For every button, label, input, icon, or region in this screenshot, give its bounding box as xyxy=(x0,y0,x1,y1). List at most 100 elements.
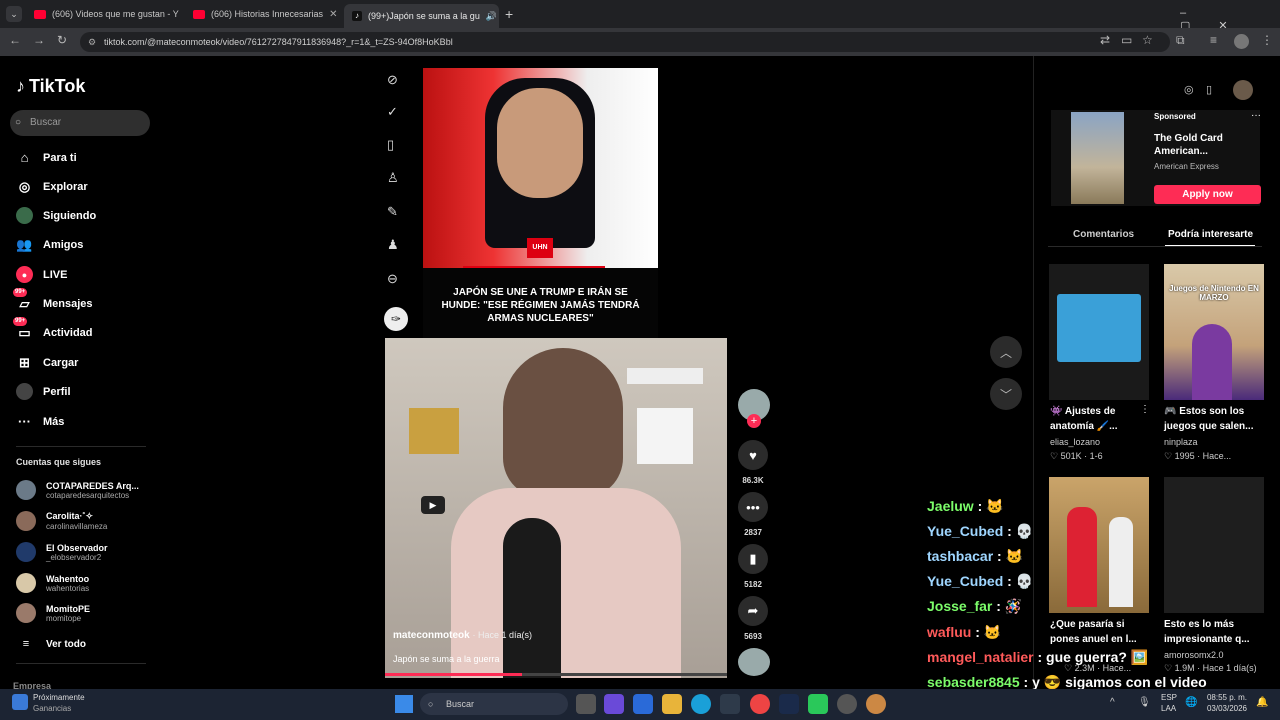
file-explorer-icon[interactable] xyxy=(662,694,682,714)
video-card-thumb[interactable] xyxy=(1049,477,1149,613)
card-author[interactable]: elias_lozano xyxy=(1050,437,1100,447)
feather-icon[interactable]: ✑ xyxy=(384,307,408,331)
tab-search-button[interactable]: ⌄ xyxy=(6,6,22,22)
browser-tab-2[interactable]: (606) Historias Innecesarias ✕ xyxy=(185,4,340,24)
nav-item-actividad[interactable]: ▭ 99+ Actividad xyxy=(13,317,93,341)
steam-icon[interactable] xyxy=(779,694,799,714)
save-button[interactable]: ▮ xyxy=(738,544,768,574)
microphone-icon[interactable]: 🎙 xyxy=(1138,697,1151,708)
compass-icon[interactable]: ◎ xyxy=(1184,83,1194,96)
video-card-thumb[interactable] xyxy=(1049,264,1149,400)
taskbar-search[interactable]: ○ Buscar xyxy=(420,693,568,715)
task-view-icon[interactable] xyxy=(576,694,596,714)
following-account[interactable]: Wahentoo wahentorias xyxy=(16,573,89,593)
share-icon: ➦ xyxy=(747,603,759,618)
like-button[interactable]: ♥ xyxy=(738,440,768,470)
address-bar[interactable]: ⚙ tiktok.com/@mateconmoteok/video/761272… xyxy=(80,32,1170,52)
menu-icon[interactable]: ⋮ xyxy=(1261,33,1273,47)
bookmark-star-icon[interactable]: ☆ xyxy=(1142,33,1153,47)
xbox-icon[interactable] xyxy=(720,694,740,714)
video-author[interactable]: mateconmoteok · Hace 1 día(s) xyxy=(393,630,532,641)
widgets-icon[interactable] xyxy=(12,694,28,710)
back-icon[interactable]: ← xyxy=(9,33,21,47)
profile-avatar[interactable] xyxy=(1234,34,1249,49)
card-title[interactable]: Esto es lo más impresionante q... xyxy=(1164,617,1260,647)
card-author[interactable]: ninplaza xyxy=(1164,437,1198,447)
media-icon[interactable]: ≡ xyxy=(1210,33,1217,47)
edit-icon[interactable]: ✎ xyxy=(387,204,398,220)
extensions-icon[interactable]: ⧉ xyxy=(1176,33,1185,48)
share-button[interactable]: ➦ xyxy=(738,596,768,626)
card-title[interactable]: ¿Que pasaría si pones anuel en l... xyxy=(1050,617,1146,647)
reload-icon[interactable]: ↻ xyxy=(57,33,67,47)
see-all-link[interactable]: ≡ Ver todo xyxy=(16,638,86,650)
search-input[interactable]: ○ Buscar xyxy=(10,110,150,136)
kick-icon[interactable] xyxy=(808,694,828,714)
apply-now-button[interactable]: Apply now xyxy=(1154,185,1261,204)
close-icon[interactable]: ✕ xyxy=(329,9,337,20)
phone-icon[interactable]: ▯ xyxy=(1206,83,1212,96)
person-icon[interactable]: ♟ xyxy=(387,237,399,253)
tray-chevron-icon[interactable]: ^ xyxy=(1110,697,1115,708)
more-options-icon[interactable]: ··· xyxy=(1251,110,1261,121)
windows-start-icon[interactable] xyxy=(395,695,413,713)
app-icon[interactable] xyxy=(866,694,886,714)
copilot-icon[interactable] xyxy=(604,694,624,714)
main-video-player[interactable]: ▶ mateconmoteok · Hace 1 día(s) Japón se… xyxy=(385,338,727,678)
nav-item-live[interactable]: ● LIVE xyxy=(16,266,67,283)
following-account[interactable]: MomitoPE momitope xyxy=(16,603,90,623)
card-title[interactable]: 🎮 Estos son los juegos que salen... xyxy=(1164,404,1254,434)
translate-icon[interactable]: ⇄ xyxy=(1100,33,1110,47)
previous-video-button[interactable]: ︿ xyxy=(990,336,1022,368)
nav-label: Siguiendo xyxy=(43,209,97,222)
video-card-thumb[interactable] xyxy=(1164,477,1264,613)
check-circle-icon[interactable]: ✓ xyxy=(387,104,398,120)
comment-button[interactable]: ••• xyxy=(738,492,768,522)
site-info-icon[interactable]: ⚙ xyxy=(88,32,96,52)
nav-item-explorar[interactable]: ◎ Explorar xyxy=(16,178,88,195)
speaker-icon[interactable]: 🔊 xyxy=(486,11,497,22)
obs-icon[interactable] xyxy=(837,694,857,714)
following-account[interactable]: COTAPAREDES Arq... cotaparedesarquitectos xyxy=(16,480,139,500)
preview-video[interactable]: UHN JAPÓN SE UNE A TRUMP E IRÁN SE HUNDE… xyxy=(423,68,658,338)
nav-item-para-ti[interactable]: ⌂ Para ti xyxy=(16,149,77,166)
nav-item-mas[interactable]: ··· Más xyxy=(16,413,64,430)
language-indicator[interactable]: ESP xyxy=(1161,693,1177,702)
nav-item-cargar[interactable]: ⊞ Cargar xyxy=(16,354,78,371)
following-account[interactable]: El Observador _elobservador2 xyxy=(16,542,108,562)
video-card-thumb[interactable]: Juegos de Nintendo EN MARZO xyxy=(1164,264,1264,400)
cast-icon[interactable]: ▭ xyxy=(1121,33,1132,47)
flask-icon[interactable]: ♙ xyxy=(387,170,399,186)
nav-item-siguiendo[interactable]: Siguiendo xyxy=(16,207,96,224)
nav-item-perfil[interactable]: Perfil xyxy=(16,383,71,400)
nav-item-amigos[interactable]: 👥 Amigos xyxy=(16,236,83,253)
sound-avatar[interactable] xyxy=(738,648,770,676)
edge-icon[interactable] xyxy=(691,694,711,714)
tiktok-logo[interactable]: ♪ TikTok xyxy=(16,76,85,97)
more-circle-icon[interactable]: ⊖ xyxy=(387,271,398,287)
compass-icon[interactable]: ⊘ xyxy=(387,72,398,88)
browser-tab-1[interactable]: (606) Videos que me gustan - Y ✕ xyxy=(26,4,181,24)
next-video-button[interactable]: ﹀ xyxy=(990,378,1022,410)
sponsored-ad[interactable]: Sponsored ··· The Gold Card American... … xyxy=(1051,110,1261,206)
card-title[interactable]: 👾 Ajustes de anatomía 🖌️... xyxy=(1050,404,1140,434)
user-avatar[interactable] xyxy=(1233,80,1253,100)
chrome-icon[interactable] xyxy=(750,694,770,714)
tab-comments[interactable]: Comentarios xyxy=(1073,229,1134,240)
forward-icon[interactable]: → xyxy=(33,33,45,47)
bookmark-icon[interactable]: ▯ xyxy=(387,137,394,153)
follow-plus-icon[interactable]: + xyxy=(747,414,761,428)
clock-time[interactable]: 08:55 p. m. xyxy=(1199,693,1247,702)
following-account[interactable]: Carolita·˚✧ carolinavillameza xyxy=(16,511,107,531)
card-author[interactable]: amorosomx2.0 xyxy=(1164,650,1224,660)
new-tab-button[interactable]: + xyxy=(505,6,513,22)
browser-tab-3[interactable]: ♪ (99+)Japón se suma a la gu 🔊 ✕ xyxy=(344,4,499,28)
network-icon[interactable]: 🌐 xyxy=(1185,697,1197,708)
more-options-icon[interactable]: ⋮ xyxy=(1140,404,1150,415)
nav-item-mensajes[interactable]: ▱ 99+ Mensajes xyxy=(13,288,93,312)
store-icon[interactable] xyxy=(633,694,653,714)
clock-date: 03/03/2026 xyxy=(1206,704,1247,713)
tab-recommended[interactable]: Podría interesarte xyxy=(1168,229,1253,240)
progress-track[interactable] xyxy=(385,673,727,676)
notifications-icon[interactable]: 🔔 xyxy=(1256,697,1268,708)
